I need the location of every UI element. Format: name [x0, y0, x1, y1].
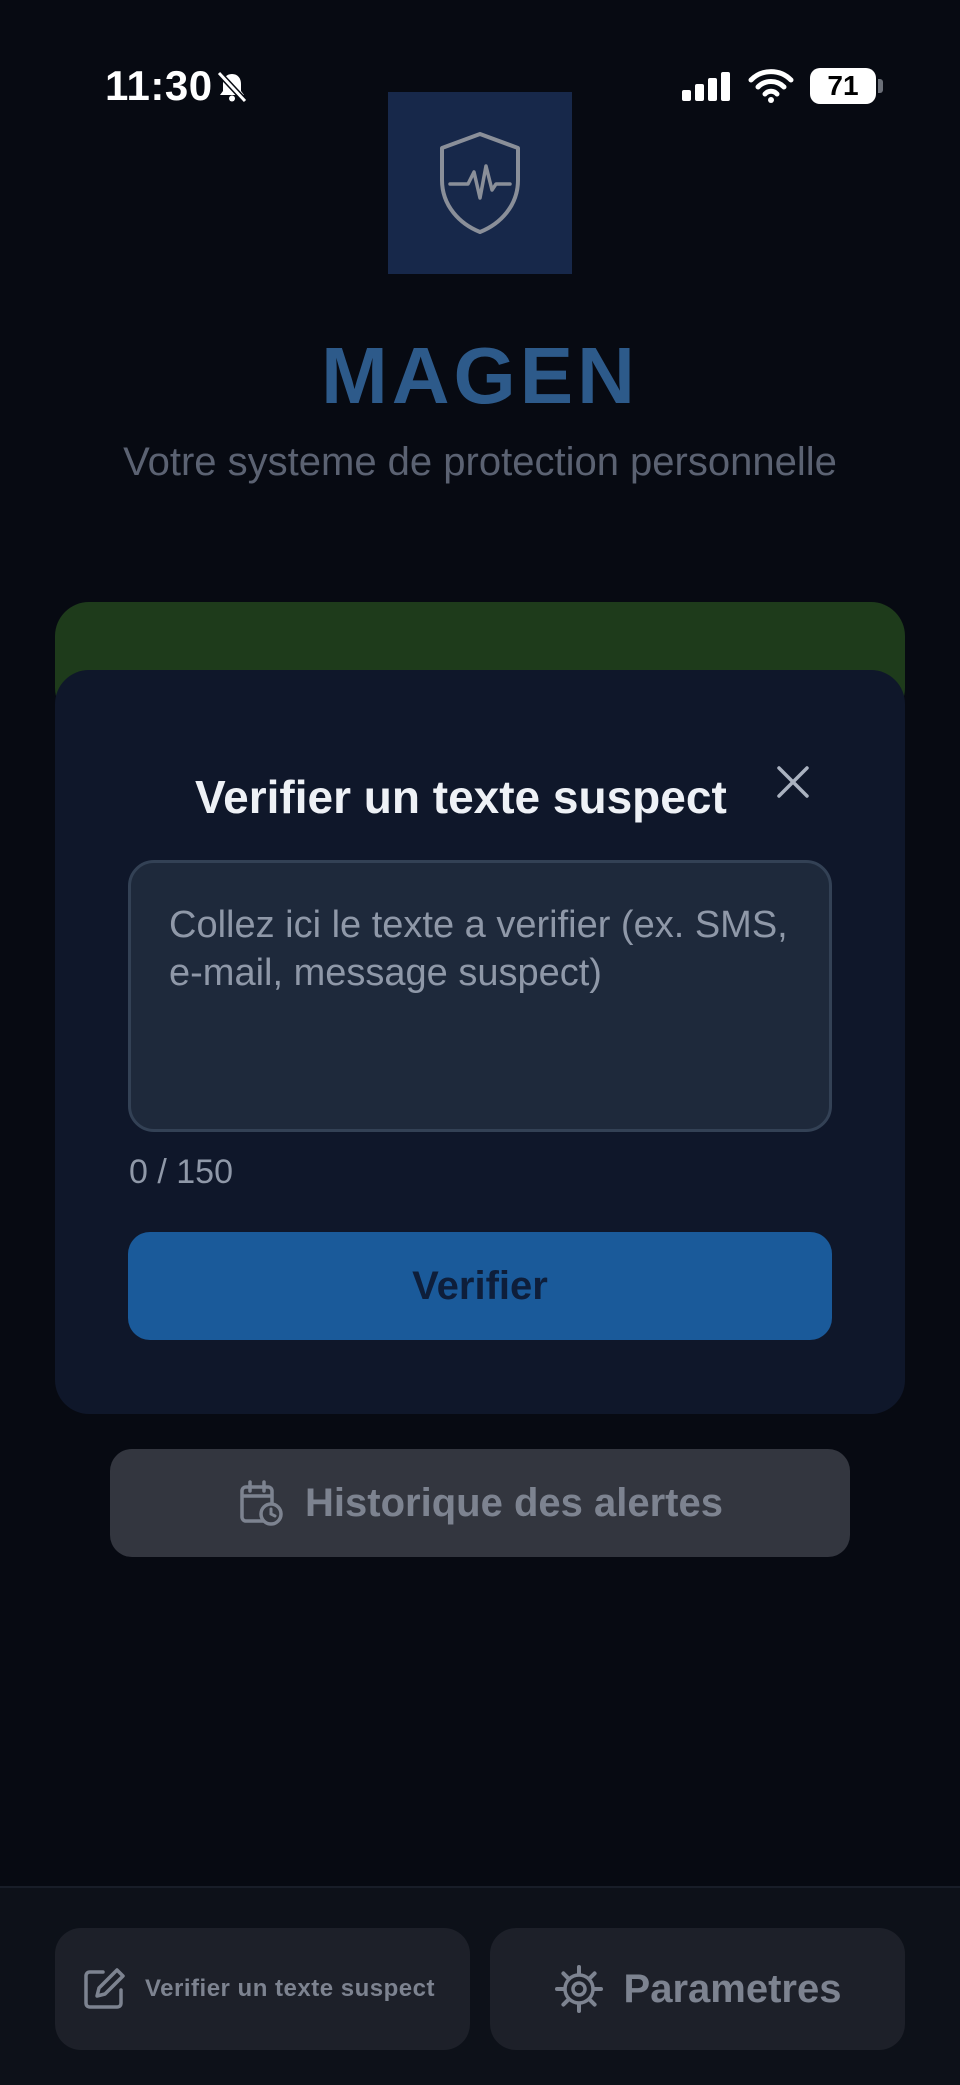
nav-verify-text[interactable]: Verifier un texte suspect [55, 1928, 470, 2050]
alert-history-button[interactable]: Historique des alertes [110, 1449, 850, 1557]
battery-icon: 71 [810, 68, 876, 104]
modal-title: Verifier un texte suspect [195, 771, 727, 823]
battery-tip [878, 79, 883, 93]
bell-slash-icon [215, 70, 249, 104]
shield-heartbeat-icon [440, 132, 520, 234]
gear-icon [554, 1965, 603, 2013]
verify-text-modal: Verifier un texte suspect 0 / 150 Verifi… [55, 670, 905, 1414]
bottom-nav: Verifier un texte suspect Parametres [0, 1886, 960, 2085]
app-subtitle: Votre systeme de protection personnelle [123, 440, 837, 484]
char-counter: 0 / 150 [129, 1153, 233, 1191]
wifi-icon [748, 68, 794, 104]
verify-button[interactable]: Verifier [128, 1232, 832, 1340]
nav-settings[interactable]: Parametres [490, 1928, 905, 2050]
close-icon [777, 766, 809, 798]
suspect-text-input[interactable] [128, 860, 832, 1132]
nav-verify-text-label: Verifier un texte suspect [145, 1975, 435, 2002]
nav-settings-label: Parametres [623, 1966, 842, 2011]
alert-history-label: Historique des alertes [305, 1480, 723, 1525]
close-button[interactable] [763, 752, 823, 812]
app-logo [388, 92, 572, 274]
calendar-clock-icon [240, 1480, 283, 1526]
app-title: MAGEN [321, 331, 639, 420]
cellular-signal-icon [680, 70, 734, 104]
status-time: 11:30 [105, 62, 213, 109]
edit-icon [84, 1968, 125, 2009]
